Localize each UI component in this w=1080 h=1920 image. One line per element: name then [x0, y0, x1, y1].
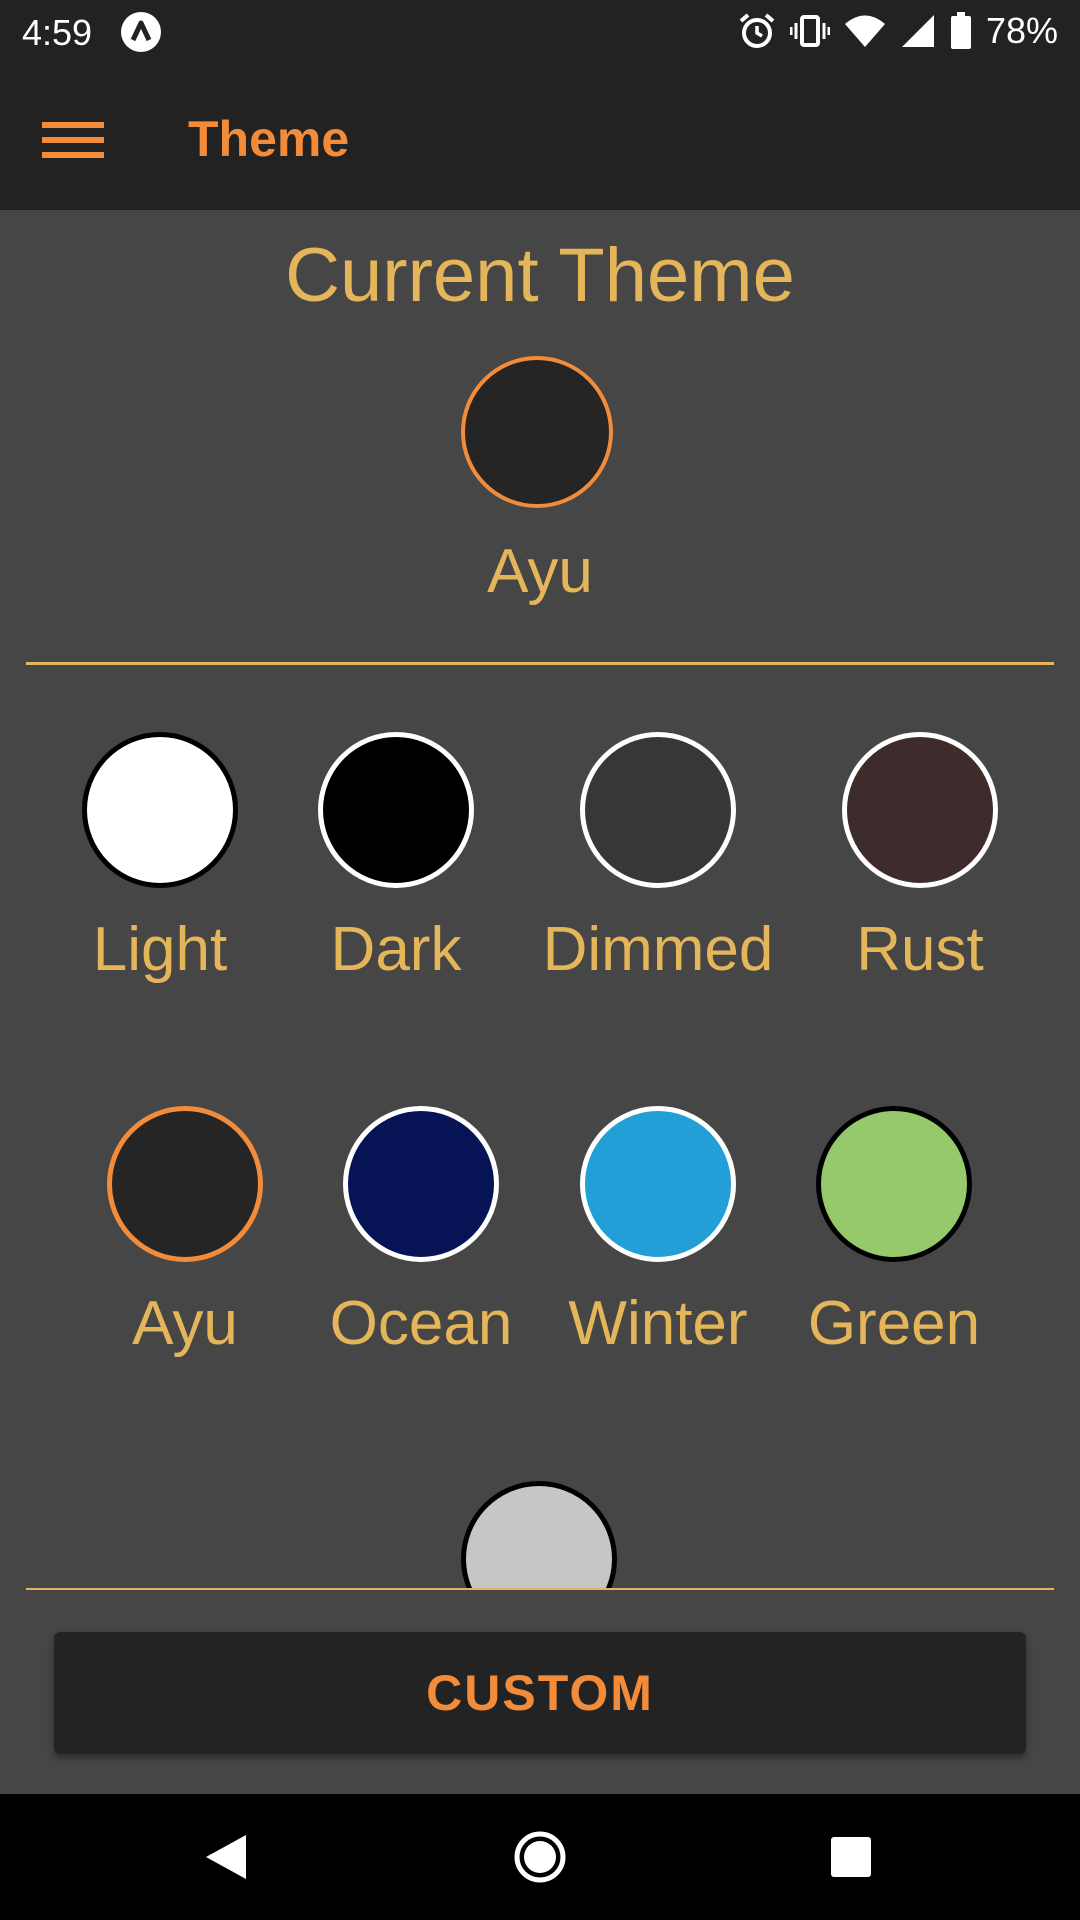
app-notification-icon: [121, 12, 161, 52]
theme-option-dark[interactable]: Dark: [276, 732, 516, 985]
battery-icon: [950, 12, 972, 50]
alarm-icon: [738, 12, 776, 50]
theme-label: Winter: [568, 1289, 748, 1358]
theme-option-ayu[interactable]: Ayu: [65, 1106, 305, 1359]
recents-button[interactable]: [821, 1827, 881, 1887]
app-bar: Theme: [0, 64, 1080, 210]
current-theme-name: Ayu: [487, 537, 593, 606]
theme-swatch: [82, 732, 238, 888]
status-bar: 4:59 78%: [0, 0, 1080, 64]
navigation-bar: [0, 1794, 1080, 1920]
wifi-icon: [844, 13, 886, 49]
theme-label: Rust: [856, 915, 984, 984]
theme-swatch: [842, 732, 998, 888]
theme-swatch: [816, 1106, 972, 1262]
status-icons: 78%: [738, 10, 1058, 52]
theme-label: Green: [807, 1289, 981, 1358]
theme-swatch: [343, 1106, 499, 1262]
current-theme-heading: Current Theme: [285, 233, 795, 318]
theme-label: Dimmed: [542, 915, 774, 984]
menu-icon: [42, 122, 104, 158]
theme-label: Light: [92, 915, 228, 984]
recents-icon: [831, 1837, 871, 1877]
divider: [26, 662, 1054, 665]
theme-option-rust[interactable]: Rust: [800, 732, 1040, 985]
theme-label: Ayu: [132, 1289, 238, 1358]
home-icon: [514, 1831, 566, 1883]
theme-swatch: [580, 732, 736, 888]
back-icon: [206, 1835, 246, 1879]
home-button[interactable]: [510, 1827, 570, 1887]
status-time: 4:59: [22, 12, 93, 53]
current-theme-swatch: [461, 356, 613, 508]
signal-icon: [900, 13, 936, 49]
bottom-divider: [26, 1588, 1054, 1590]
vibrate-icon: [789, 12, 830, 50]
app-bar-title: Theme: [188, 111, 350, 167]
custom-button[interactable]: CUSTOM: [54, 1632, 1026, 1754]
theme-label: Ocean: [329, 1289, 513, 1358]
theme-option-winter[interactable]: Winter: [538, 1106, 778, 1359]
theme-option-ocean[interactable]: Ocean: [301, 1106, 541, 1359]
theme-option-light[interactable]: Light: [40, 732, 280, 985]
theme-option-dimmed[interactable]: Dimmed: [538, 732, 778, 985]
back-button[interactable]: [196, 1827, 256, 1887]
theme-swatch: [318, 732, 474, 888]
theme-swatch: [107, 1106, 263, 1262]
menu-button[interactable]: [30, 100, 116, 174]
theme-label: Dark: [330, 915, 462, 984]
battery-percent: 78%: [985, 10, 1058, 51]
theme-swatch: [580, 1106, 736, 1262]
theme-option-green[interactable]: Green: [774, 1106, 1014, 1359]
